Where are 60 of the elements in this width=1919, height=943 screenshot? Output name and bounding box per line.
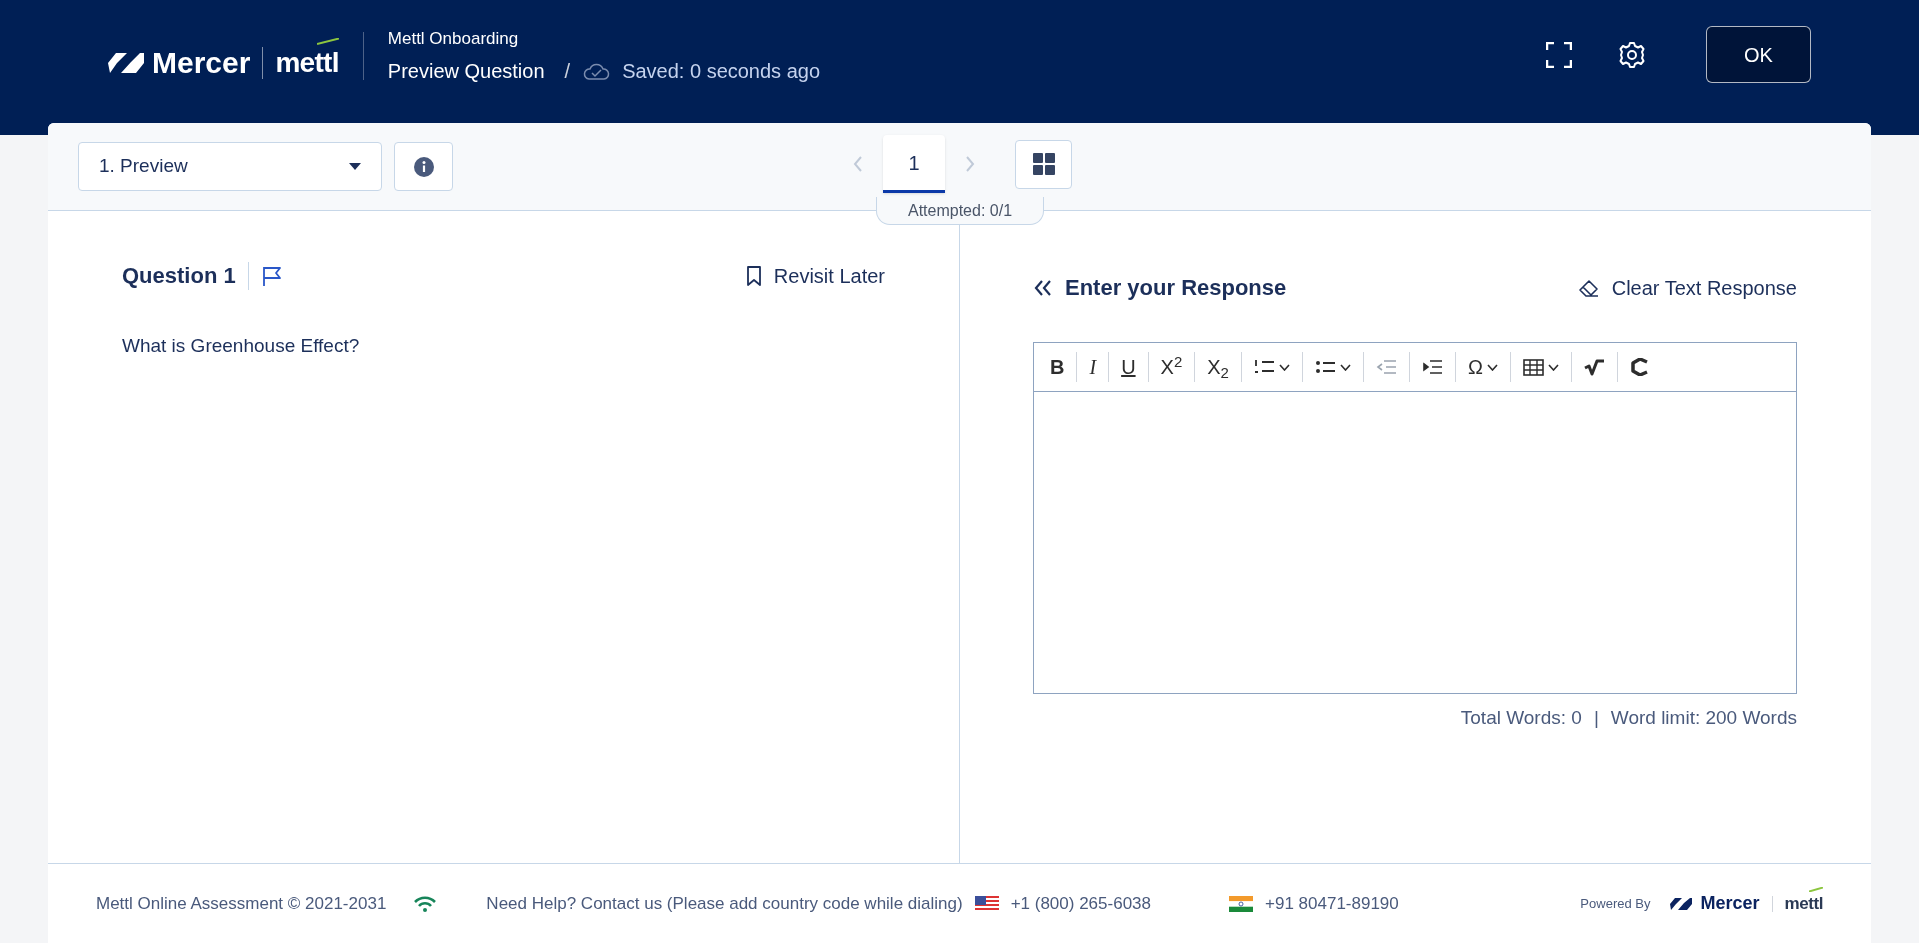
trend-line-icon	[316, 37, 339, 45]
response-title: Enter your Response	[1065, 274, 1287, 302]
chevron-down-icon	[1278, 363, 1290, 371]
chevron-down-icon	[1547, 363, 1559, 371]
format-button[interactable]: X$^{2}$	[1148, 347, 1195, 387]
ok-button[interactable]: OK	[1706, 26, 1811, 83]
copyright-text: Mettl Online Assessment © 2021-2031	[96, 892, 387, 915]
breadcrumb-separator: /	[564, 58, 571, 84]
question-number-tab[interactable]: 1	[883, 135, 945, 193]
eraser-icon	[1577, 278, 1600, 297]
us-flag-icon	[974, 895, 999, 912]
dropdown-value: 1. Preview	[99, 154, 188, 179]
india-flag-icon	[1229, 895, 1253, 912]
brand-name: Mercer	[152, 45, 251, 81]
phone-number: +91 80471-89190	[1265, 892, 1399, 915]
clear-text-response-button[interactable]: Clear Text Response	[1577, 272, 1797, 303]
fullscreen-icon[interactable]	[1546, 41, 1572, 68]
brand-name: mettl	[1784, 893, 1823, 913]
brand-name: Mercer	[1700, 892, 1760, 915]
mercer-logo-icon	[1670, 896, 1693, 911]
format-button[interactable]: I	[1077, 347, 1109, 387]
page-title: Preview Question	[387, 58, 545, 84]
save-status: Saved: 0 seconds ago	[622, 58, 821, 84]
outdent-icon	[1375, 358, 1397, 376]
word-count: Total Words: 0	[1460, 706, 1582, 730]
trend-line-icon	[1809, 886, 1823, 892]
word-count-divider: |	[1593, 706, 1599, 730]
format-button[interactable]: B	[1038, 347, 1077, 387]
settings-icon[interactable]	[1618, 40, 1646, 69]
help-text: Need Help? Contact us (Please add country code while dialing)	[486, 892, 963, 915]
powered-by-text: Powered By	[1580, 894, 1651, 913]
table-icon	[1522, 358, 1544, 376]
numbered-list-icon	[1253, 358, 1275, 376]
word-limit: Word limit: 200 Words	[1610, 706, 1797, 730]
wifi-icon	[414, 895, 437, 912]
chevron-down-icon	[1339, 363, 1351, 371]
bookmark-icon	[745, 265, 762, 286]
chevron-down-icon	[1486, 363, 1498, 371]
grid-icon	[1032, 153, 1055, 175]
question-text: What is Greenhouse Effect?	[122, 334, 361, 358]
attempted-count: Attempted: 0/1	[876, 197, 1044, 225]
brand-name: mettl	[275, 46, 339, 78]
phone-number: +1 (800) 265-6038	[1010, 892, 1151, 915]
caret-down-icon	[349, 163, 361, 170]
info-icon	[412, 155, 435, 178]
mercer-logo-icon	[108, 51, 144, 74]
question-title: Question 1	[122, 262, 236, 290]
format-button[interactable]: X$_{2}$	[1195, 347, 1241, 387]
code-icon	[1629, 358, 1651, 376]
format-button[interactable]: Ω	[1455, 347, 1510, 387]
section-dropdown[interactable]: 1. Preview	[78, 142, 382, 191]
info-button[interactable]	[394, 142, 453, 191]
indent-icon	[1421, 358, 1443, 376]
revisit-later-button[interactable]: Revisit Later	[745, 260, 885, 291]
flag-icon[interactable]	[260, 264, 283, 287]
app-subtitle: Mettl Onboarding	[387, 28, 520, 50]
grid-view-button[interactable]	[1015, 139, 1072, 189]
bullet-list-icon	[1314, 358, 1336, 376]
square-root-icon	[1583, 358, 1605, 376]
format-button[interactable]: U	[1109, 347, 1148, 387]
